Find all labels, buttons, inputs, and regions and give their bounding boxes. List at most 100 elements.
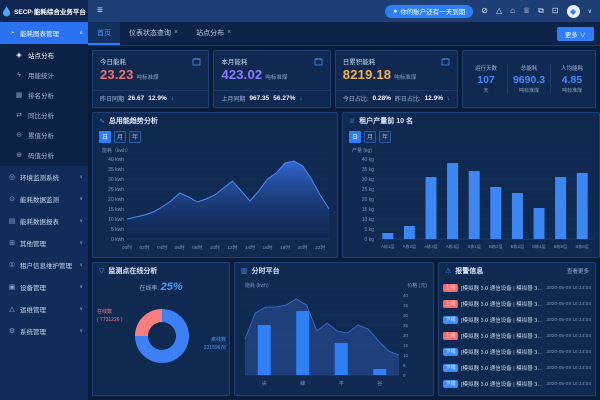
sidebar-item-站点分布[interactable]: ◈站点分布 bbox=[0, 45, 88, 65]
svg-text:16时: 16时 bbox=[262, 244, 272, 251]
menu-toggle-icon[interactable]: ≡ bbox=[97, 6, 103, 16]
kpi-footer-value: 0.28% bbox=[372, 95, 390, 102]
online-rate-value: 25% bbox=[161, 281, 183, 293]
sidebar-group-能耗数据监测[interactable]: ⊙能耗数据监测∨ bbox=[0, 188, 88, 210]
online-rate: 在线率: 25% bbox=[93, 281, 229, 293]
panel-title: 报警信息 bbox=[455, 266, 483, 276]
avatar[interactable]: ◆ bbox=[567, 5, 580, 18]
kpi-value: 423.02 bbox=[221, 67, 262, 82]
site-icon: ◈ bbox=[15, 51, 23, 59]
tab-首页[interactable]: 首页 bbox=[88, 22, 120, 45]
period-tab-日[interactable]: 日 bbox=[349, 131, 361, 143]
arrow-down-icon: ↓ bbox=[299, 96, 302, 102]
svg-text:35 kwh: 35 kwh bbox=[108, 167, 124, 173]
fullscreen-icon[interactable]: ⊡ bbox=[552, 7, 559, 15]
kpi-delta: 56.27% bbox=[273, 95, 295, 102]
chart-row: ∿ 总用能趋势分析 日月年 0 kwh5 kwh10 kwh15 kwh20 k… bbox=[92, 112, 596, 258]
period-tab-月[interactable]: 月 bbox=[364, 131, 376, 143]
tab-站点分布[interactable]: 站点分布× bbox=[187, 22, 240, 45]
notice-text: 你的账户还有一天到期 bbox=[400, 6, 465, 16]
svg-text:15: 15 bbox=[403, 343, 409, 348]
period-tab-年[interactable]: 年 bbox=[129, 131, 141, 143]
funnel-icon: ▽ bbox=[99, 267, 104, 275]
svg-text:25 kwh: 25 kwh bbox=[108, 187, 124, 193]
sidebar-group-其他管理[interactable]: ⊞其他管理∨ bbox=[0, 232, 88, 254]
alarm-message: [模拟器 3.0 通信设备 | 模拟器 3.0... bbox=[461, 300, 543, 308]
sidebar-item-同比分析[interactable]: ⇄同比分析 bbox=[0, 105, 88, 125]
svg-text:30: 30 bbox=[403, 313, 409, 318]
sidebar-group-租户信息维护管理[interactable]: ①租户信息维护管理∨ bbox=[0, 254, 88, 276]
chevron-down-icon: ∨ bbox=[79, 240, 83, 246]
panel-title: 总用能趋势分析 bbox=[109, 116, 158, 126]
sidebar-group-设备管理[interactable]: ▣设备管理∨ bbox=[0, 276, 88, 298]
copy-icon[interactable]: ⧉ bbox=[538, 7, 544, 15]
calendar-icon bbox=[192, 57, 201, 66]
sidebar-group-环境监测系统[interactable]: ◎环境监测系统∨ bbox=[0, 166, 88, 188]
sidebar-group-能耗图表管理[interactable]: ◔能耗图表管理∧ bbox=[0, 22, 88, 44]
kpi-card-total: 日累积能耗 8219.18 吨标准煤 今日占比: 0.28% 昨日占比: 12.… bbox=[335, 50, 458, 108]
close-icon[interactable]: × bbox=[174, 29, 178, 36]
svg-text:谷: 谷 bbox=[377, 380, 382, 387]
more-tabs-button[interactable]: 更多 ∨ bbox=[557, 27, 594, 41]
kpi-title: 本月能耗 bbox=[221, 56, 247, 66]
trophy-icon[interactable]: ♕ bbox=[523, 7, 530, 15]
alarm-row[interactable]: 下线[模拟器 3.0 通信设备 | 模拟器 3.0...2020-05-09 1… bbox=[443, 344, 591, 360]
kpi-footer-value: 26.67 bbox=[128, 95, 144, 102]
sidebar-item-累值分析[interactable]: ⊖累值分析 bbox=[0, 125, 88, 145]
alarm-row[interactable]: 上线[模拟器 3.0 通信设备 | 模拟器 3.0...2020-05-09 1… bbox=[443, 328, 591, 344]
panel-title: 租户产量前 10 名 bbox=[359, 116, 413, 126]
sidebar-item-用能统计[interactable]: ϟ用能统计 bbox=[0, 65, 88, 85]
period-tab-年[interactable]: 年 bbox=[379, 131, 391, 143]
svg-text:20 kwh: 20 kwh bbox=[108, 197, 124, 203]
stat-运行天数: 运行天数107天 bbox=[465, 64, 507, 94]
app-title: SECP·能耗综合业务平台 bbox=[14, 6, 86, 16]
period-tab-月[interactable]: 月 bbox=[114, 131, 126, 143]
report-icon: ▤ bbox=[8, 217, 16, 225]
alarm-row[interactable]: 下线[模拟器 3.0 通信设备 | 模拟器 3.0...2020-05-09 1… bbox=[443, 360, 591, 376]
tab-仪表状态查询[interactable]: 仪表状态查询× bbox=[120, 22, 187, 45]
shield-icon[interactable]: ⊘ bbox=[481, 7, 488, 15]
view-more-link[interactable]: 查看更多 bbox=[567, 267, 589, 275]
svg-text:平: 平 bbox=[339, 381, 344, 387]
svg-text:A栋2层: A栋2层 bbox=[403, 243, 417, 250]
trophy-icon: ♕ bbox=[349, 117, 355, 125]
kpi-card-summary-stats: 运行天数107天总能耗9690.3吨标准煤人均能耗4.85吨标准煤 bbox=[462, 50, 596, 108]
alarm-row[interactable]: 上线[模拟器 3.0 通信设备 | 模拟器 3.0...2020-05-09 1… bbox=[443, 296, 591, 312]
alarm-timestamp: 2020-05-09 16:14:04 bbox=[546, 366, 591, 371]
chevron-down-icon[interactable]: ∨ bbox=[588, 8, 592, 15]
trend-area-chart: 0 kwh5 kwh10 kwh15 kwh20 kwh25 kwh30 kwh… bbox=[93, 145, 337, 264]
period-tab-日[interactable]: 日 bbox=[99, 131, 111, 143]
svg-text:15 kwh: 15 kwh bbox=[108, 207, 124, 213]
sidebar-item-码值分析[interactable]: ⊕码值分析 bbox=[0, 145, 88, 165]
svg-text:40 kwh: 40 kwh bbox=[108, 157, 124, 163]
panel-title: 分时平台 bbox=[252, 266, 280, 276]
tou-chart-svg: 0510152025303540能耗 (kwh)价格 (元)尖峰平谷 bbox=[239, 279, 429, 393]
online-rate-label: 在线率: bbox=[139, 286, 159, 292]
alarm-row[interactable]: 下线[模拟器 3.0 通信设备 | 模拟器 3.0...2020-05-09 1… bbox=[443, 376, 591, 392]
svg-text:18时: 18时 bbox=[280, 244, 290, 251]
alarm-timestamp: 2020-05-09 16:14:04 bbox=[546, 286, 591, 291]
lock-icon[interactable]: ⌂ bbox=[510, 7, 515, 15]
svg-text:产量 (kg): 产量 (kg) bbox=[352, 147, 372, 154]
alarm-bell-icon: ⚠ bbox=[445, 267, 451, 275]
svg-text:5 kwh: 5 kwh bbox=[111, 227, 124, 233]
alert-icon[interactable]: △ bbox=[496, 7, 502, 15]
ops-icon: △ bbox=[8, 305, 16, 313]
tenant-chart-svg: 0 kg5 kg10 kg15 kg20 kg25 kg30 kg35 kg40… bbox=[347, 145, 597, 257]
alarm-row[interactable]: 上线[模拟器 3.0 通信设备 | 模拟器 3.0...2020-05-09 1… bbox=[443, 280, 591, 296]
sidebar-group-系统管理[interactable]: ⚙系统管理∨ bbox=[0, 320, 88, 342]
account-expiry-notice[interactable]: ● 你的账户还有一天到期 bbox=[385, 5, 473, 18]
alarm-row[interactable]: 下线[模拟器 3.0 通信设备 | 模拟器 3.0...2020-05-09 1… bbox=[443, 312, 591, 328]
sidebar-submenu: ◈站点分布ϟ用能统计▦排名分析⇄同比分析⊖累值分析⊕码值分析 bbox=[0, 44, 88, 166]
svg-text:A栋1层: A栋1层 bbox=[381, 243, 395, 250]
svg-text:B栋5层: B栋5层 bbox=[554, 243, 568, 250]
sidebar-item-排名分析[interactable]: ▦排名分析 bbox=[0, 85, 88, 105]
page-tabs: 首页仪表状态查询×站点分布× bbox=[88, 22, 240, 45]
svg-text:25: 25 bbox=[403, 323, 409, 328]
sidebar-group-能耗数据报表[interactable]: ▤能耗数据报表∨ bbox=[0, 210, 88, 232]
svg-text:40 kg: 40 kg bbox=[362, 157, 374, 163]
kpi-card-today: 今日能耗 23.23 吨标准煤 昨日同期 26.67 12.9% ↓ bbox=[92, 50, 209, 108]
sidebar-group-运维管理[interactable]: △运维管理∨ bbox=[0, 298, 88, 320]
close-icon[interactable]: × bbox=[227, 29, 231, 36]
stat-总能耗: 总能耗9690.3吨标准煤 bbox=[507, 64, 550, 94]
